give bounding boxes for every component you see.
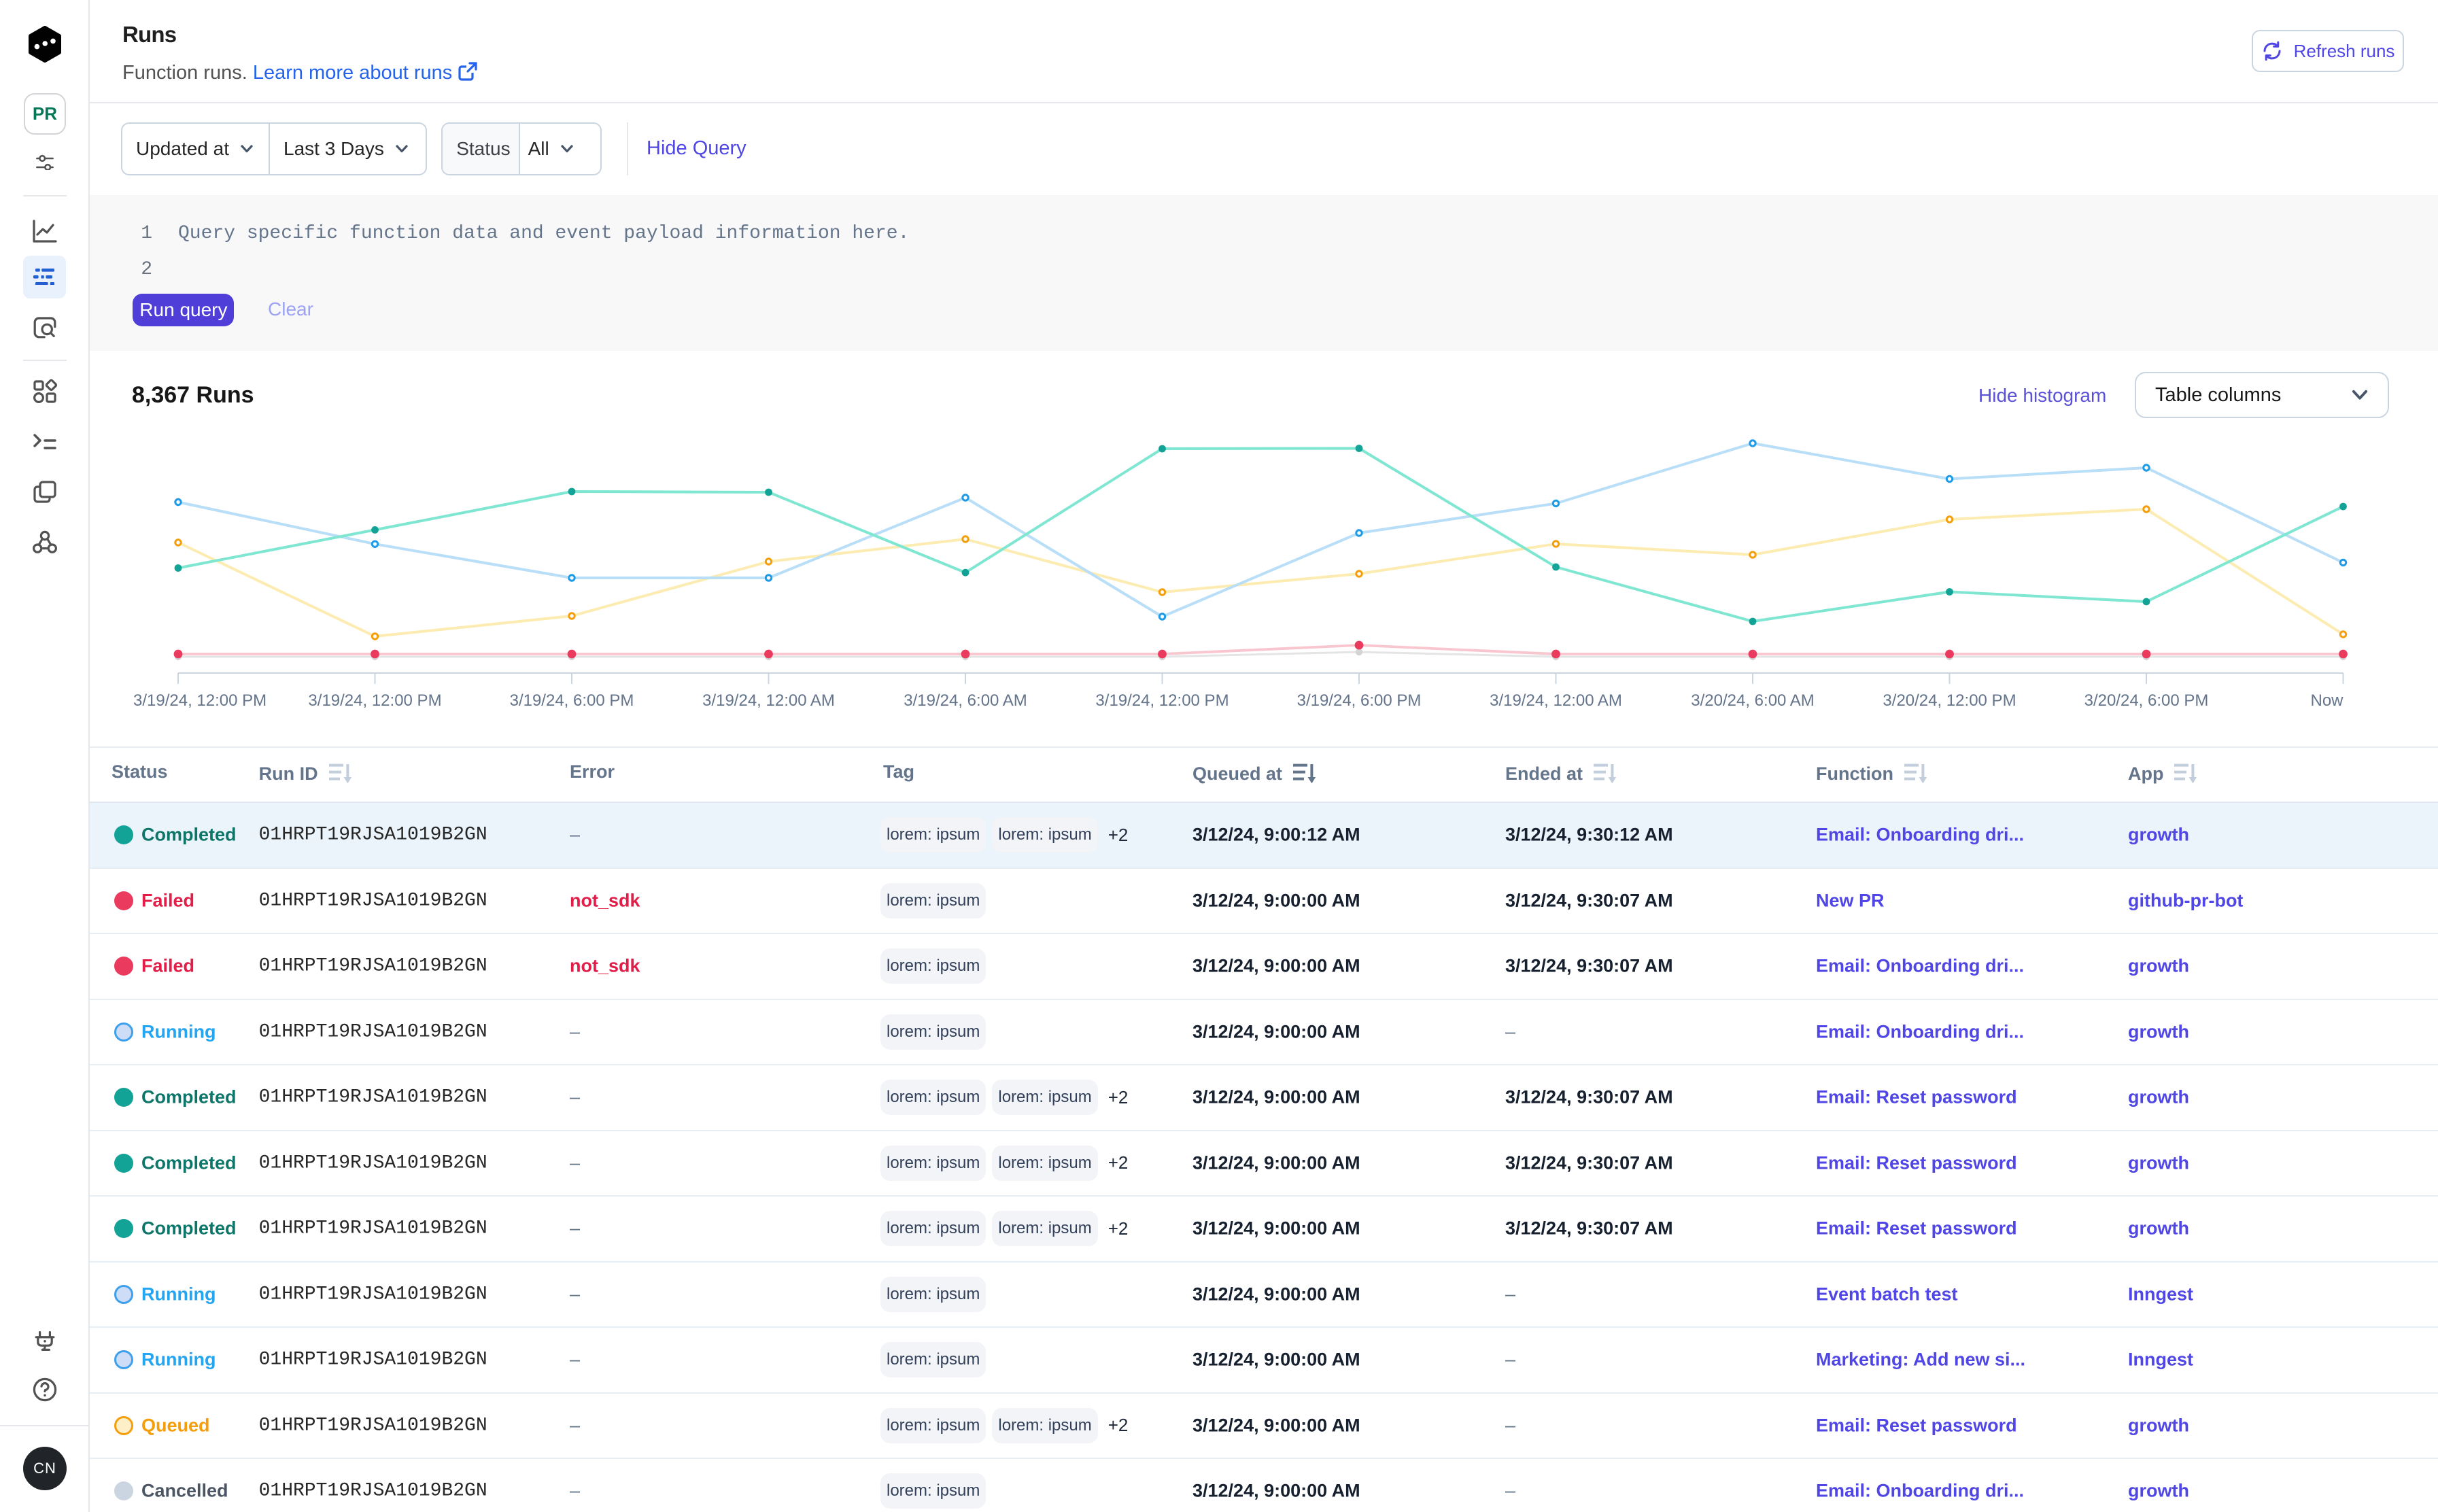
svg-text:3/19/24, 6:00 PM: 3/19/24, 6:00 PM — [1297, 691, 1422, 710]
svg-text:3/19/24, 12:00 PM: 3/19/24, 12:00 PM — [1095, 691, 1229, 710]
svg-text:3/19/24, 12:00 AM: 3/19/24, 12:00 AM — [1490, 691, 1622, 710]
svg-text:3/19/24, 12:00 PM: 3/19/24, 12:00 PM — [308, 691, 441, 710]
svg-text:3/19/24, 6:00 AM: 3/19/24, 6:00 AM — [904, 691, 1027, 710]
svg-text:3/19/24, 12:00 AM: 3/19/24, 12:00 AM — [702, 691, 835, 710]
svg-text:3/19/24, 6:00 PM: 3/19/24, 6:00 PM — [510, 691, 634, 710]
svg-text:Now: Now — [2310, 691, 2343, 710]
svg-text:3/20/24, 6:00 PM: 3/20/24, 6:00 PM — [2084, 691, 2209, 710]
svg-text:3/19/24, 12:00 PM: 3/19/24, 12:00 PM — [133, 691, 267, 710]
svg-text:3/20/24, 12:00 PM: 3/20/24, 12:00 PM — [1883, 691, 2016, 710]
svg-text:3/20/24, 6:00 AM: 3/20/24, 6:00 AM — [1691, 691, 1814, 710]
